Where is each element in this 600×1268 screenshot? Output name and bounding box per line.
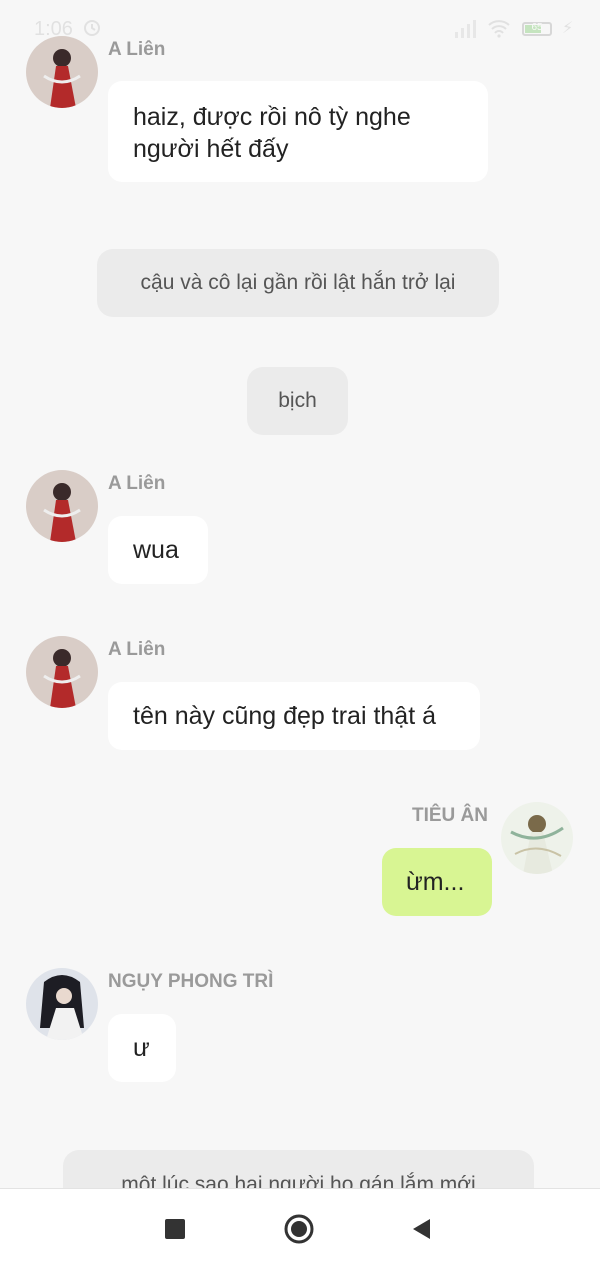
sender-name: NGỤY PHONG TRÌ <box>108 971 274 992</box>
sender-name: A Liên <box>108 473 166 494</box>
avatar-a-lien[interactable] <box>26 470 98 542</box>
system-nav-bar <box>0 1188 600 1268</box>
circle-home-icon[interactable] <box>283 1213 315 1245</box>
alarm-icon <box>82 17 102 42</box>
avatar-a-lien[interactable] <box>26 636 98 708</box>
message-bubble[interactable]: tên này cũng đẹp trai thật á <box>108 682 480 750</box>
avatar-a-lien[interactable] <box>26 36 98 108</box>
square-icon[interactable] <box>159 1213 191 1245</box>
message-line: người hết đấy <box>133 135 289 163</box>
battery-percent: 65 <box>531 22 543 33</box>
my-message-bubble[interactable]: ừm... <box>382 848 492 916</box>
battery-icon: 65 <box>522 22 552 36</box>
message-line: haiz, được rồi nô tỳ nghe <box>133 103 411 131</box>
sender-name: A Liên <box>108 39 166 60</box>
message-bubble[interactable]: wua <box>108 516 208 584</box>
message-bubble[interactable]: ư <box>108 1014 176 1082</box>
narration-bubble[interactable]: bịch <box>247 367 348 435</box>
signal-icon <box>454 20 478 43</box>
sender-name: TIÊU ÂN <box>412 805 488 826</box>
sender-name: A Liên <box>108 639 166 660</box>
wifi-icon <box>487 18 511 43</box>
charging-icon: ⚡ <box>562 20 574 37</box>
message-bubble[interactable]: haiz, được rồi nô tỳ nghe người hết đấy <box>108 81 488 182</box>
back-triangle-icon[interactable] <box>406 1213 438 1245</box>
avatar-tieu-an[interactable] <box>501 802 573 874</box>
narration-bubble[interactable]: cậu và cô lại gần rồi lật hắn trở lại <box>97 249 499 317</box>
avatar-nguy-phong-tri[interactable] <box>26 968 98 1040</box>
